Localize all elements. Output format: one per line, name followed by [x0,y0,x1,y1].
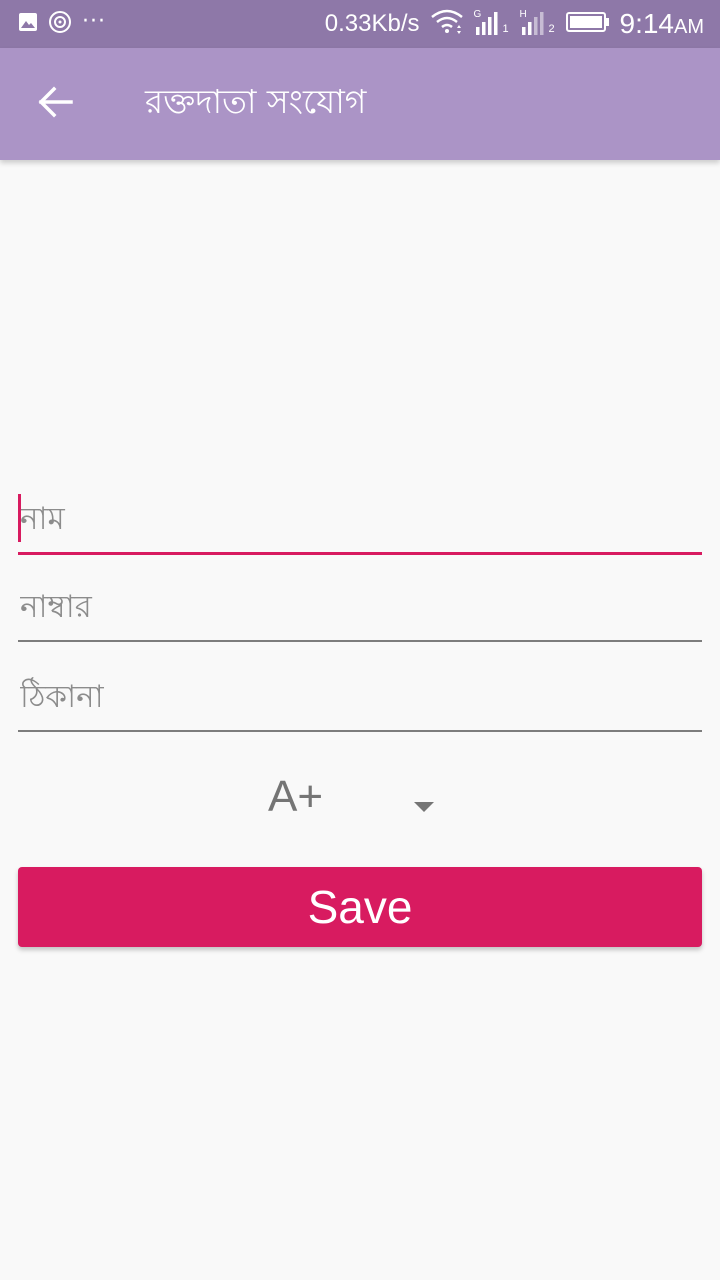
signal-sim2-icon: H 2 [520,9,556,37]
wifi-icon [430,9,464,39]
name-field-underline [18,552,702,555]
dropdown-arrow-icon [414,797,434,816]
clock-ampm: AM [674,15,704,38]
number-input[interactable] [18,582,702,642]
address-field[interactable] [18,672,702,732]
sim1-index: 1 [502,23,509,35]
page-title: রক্তদাতা সংযোগ [145,82,367,121]
signal-sim1-icon: G 1 [474,9,510,37]
name-field[interactable] [18,494,702,555]
clock-time: 9:14 [619,8,675,39]
image-notification-icon [18,12,38,36]
sync-notification-icon [48,10,72,38]
number-field[interactable] [18,582,702,642]
address-field-underline [18,730,702,732]
arrow-back-icon [38,86,74,122]
status-bar-system: 0.33Kb/s G 1 H 2 9:14 AM [325,0,704,48]
sim2-index: 2 [548,23,555,35]
battery-icon [565,11,610,37]
save-button[interactable]: Save [18,867,702,947]
network-speed: 0.33Kb/s [324,10,420,37]
number-field-underline [18,640,702,642]
status-bar: ··· 0.33Kb/s G 1 H 2 9:14 AM [0,0,720,48]
status-bar-notifications: ··· [18,0,106,48]
text-cursor [18,494,21,542]
app-bar: রক্তদাতা সংযোগ [0,48,720,160]
name-input[interactable] [18,494,702,554]
address-input[interactable] [18,672,702,732]
blood-group-dropdown[interactable]: A+ [268,768,448,828]
blood-group-selected: A+ [268,772,324,821]
back-button[interactable] [26,76,86,132]
more-notifications-icon: ··· [82,8,106,34]
